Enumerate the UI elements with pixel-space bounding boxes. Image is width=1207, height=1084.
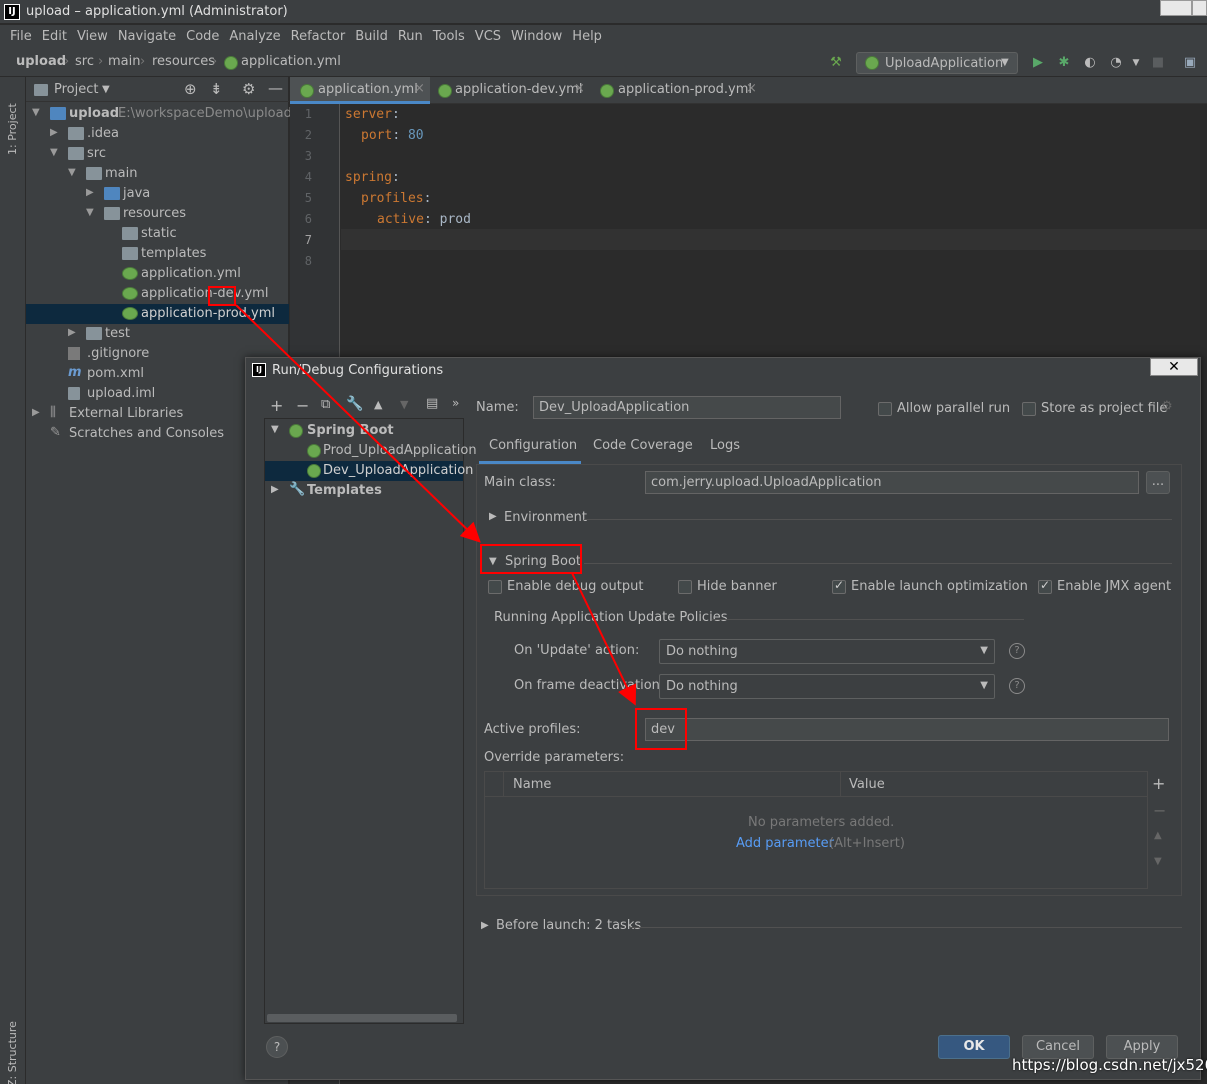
watermark: https://blog.csdn.net/jx520 [1012,1056,1207,1074]
annotation-arrows [235,304,637,706]
annotation-arrow [235,304,481,543]
annotation-arrow [571,572,637,706]
